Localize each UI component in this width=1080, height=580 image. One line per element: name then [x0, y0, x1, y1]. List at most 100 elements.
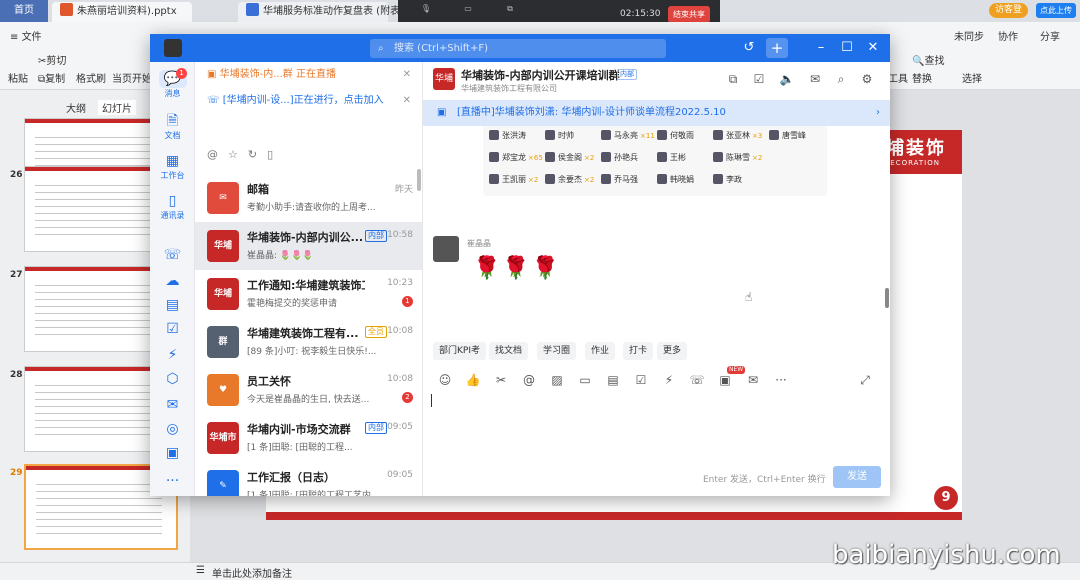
scissors-icon[interactable]: ✂ — [493, 372, 509, 388]
rail-calendar[interactable]: ▤ — [150, 296, 195, 314]
add-button[interactable]: + — [766, 38, 788, 58]
reaction-count: ×11 — [640, 132, 655, 140]
expand-icon[interactable]: ⤢ — [857, 372, 873, 388]
settings-icon[interactable]: ⚙ — [859, 72, 875, 86]
phone-icon[interactable]: ☏ — [689, 372, 705, 388]
emoji-icon[interactable]: ☺ — [437, 372, 453, 388]
replace-button[interactable]: 替换 — [912, 70, 932, 85]
image-icon[interactable]: ▨ — [549, 372, 565, 388]
mail-icon[interactable]: ✉ — [807, 72, 823, 86]
speaker-icon[interactable]: 🔈 — [779, 72, 795, 86]
rail-todo[interactable]: ☑ — [150, 320, 195, 338]
rail-contacts[interactable]: ▯ 通讯录 — [150, 192, 195, 221]
chat-preview: [1 条]田聪: [田聪的工程工艺内... — [247, 491, 380, 496]
more-icon[interactable]: ··· — [773, 372, 789, 388]
rail-cloud[interactable]: ☁ — [150, 272, 195, 290]
rail-messages[interactable]: 💬 消息 1 — [150, 68, 195, 99]
menu-file[interactable]: ≡ 文件 — [10, 28, 42, 43]
minimize-icon[interactable]: – — [812, 39, 830, 57]
cloud-upload-button[interactable]: 点此上传 — [1036, 3, 1076, 18]
end-share-button[interactable]: 结束共享 — [668, 6, 710, 23]
close-icon[interactable]: ✕ — [403, 62, 411, 88]
rail-meeting[interactable]: ◎ — [150, 420, 195, 438]
tab-slides[interactable]: 幻灯片 — [98, 100, 136, 115]
live-banner[interactable]: ▣ [直播中]华埔装饰刘潇: 华埔内训-设计师谈单流程2022.5.10 › — [423, 100, 890, 126]
chat-list-item[interactable]: 华埔市场华埔内训-市场交流群 内部09:05 [1 条]田聪: [田聪的工程... — [195, 414, 422, 462]
tab-pptx-file[interactable]: 朱燕丽培训资料).pptx — [52, 2, 192, 22]
group-avatar[interactable]: 华埔 — [433, 68, 455, 90]
chat-title[interactable]: 华埔装饰-内部内训公开课培训群 — [461, 67, 620, 83]
maximize-icon[interactable]: ☐ — [838, 39, 856, 57]
refresh-icon[interactable]: ↻ — [248, 148, 257, 161]
chat-list-item[interactable]: ✉ 邮箱 昨天 考勤小助手:请查收你的上周考... — [195, 174, 422, 222]
search-icon[interactable]: ⌕ — [833, 72, 849, 87]
copy-button[interactable]: ⧉复制 — [38, 70, 65, 85]
user-avatar[interactable] — [164, 39, 182, 57]
tab-doc-file[interactable]: 华埔服务标准动作复盘表 (附表2) — [238, 2, 410, 22]
rail-ding[interactable]: ⚡ — [150, 346, 195, 364]
chat-list-item[interactable]: 华埔工作通知:华埔建筑装饰工... 10:23 霍艳梅提交的奖惩申请 1 — [195, 270, 422, 318]
unsynced-status[interactable]: 未同步 — [954, 28, 984, 43]
rail-call[interactable]: ☏ — [150, 246, 195, 264]
star-icon[interactable]: ☆ — [228, 148, 238, 161]
window-icon[interactable]: ⧉ — [725, 72, 741, 87]
tab-home[interactable]: 首页 — [0, 0, 48, 22]
chat-list-item[interactable]: ✎ 工作汇报（日志） 09:05 [1 条]田聪: [田聪的工程工艺内... — [195, 462, 422, 496]
bookmark-icon[interactable]: ▯ — [267, 148, 273, 161]
sender-avatar[interactable] — [433, 236, 459, 262]
quick-action-chip[interactable]: 作业 — [585, 342, 616, 360]
close-icon[interactable]: ✕ — [864, 39, 882, 57]
chat-list-item[interactable]: 群华埔建筑装饰工程有... 全员 10:08 [89 条]小叮: 祝李毅生日快乐!..… — [195, 318, 422, 366]
mini-avatar — [601, 130, 611, 140]
find-button[interactable]: 🔍查找 — [912, 52, 944, 67]
quick-action-chip[interactable]: 打卡 — [623, 342, 654, 360]
todo-icon[interactable]: ☑ — [633, 372, 649, 388]
mail-icon[interactable]: ✉ — [745, 372, 761, 388]
lightning-icon[interactable]: ⚡ — [661, 372, 677, 388]
rail-box[interactable]: ▣ — [150, 444, 195, 462]
mention-icon[interactable]: @ — [521, 372, 537, 388]
share-button[interactable]: 分享 — [1040, 28, 1060, 43]
chat-list-item[interactable]: ♥ 员工关怀 10:08 今天是崔晶晶的生日, 快去送... 2 — [195, 366, 422, 414]
notes-icon: ☰ — [196, 565, 205, 576]
list-scrollbar[interactable] — [417, 169, 421, 191]
collab-button[interactable]: 协作 — [998, 28, 1018, 43]
mic-icon[interactable]: 🎙 — [406, 4, 446, 13]
chat-list-item[interactable]: 华埔 华埔装饰-内部内训公... 内部 10:58 崔晶晶: 🌷🌷🌷 — [195, 222, 422, 270]
rail-mail[interactable]: ✉ — [150, 396, 195, 414]
tab-outline[interactable]: 大纲 — [66, 100, 86, 115]
call-notice-row[interactable]: ☏ [华埔内训-设...]正在进行，点击加入 ✕ — [195, 88, 422, 114]
calendar-icon[interactable]: ▤ — [605, 372, 621, 388]
live-icon[interactable]: ▣ NEW — [717, 366, 746, 388]
mention-icon[interactable]: @ — [207, 148, 218, 161]
camera-icon[interactable]: ▭ — [448, 4, 488, 13]
share-screen-icon[interactable]: ⧉ — [490, 4, 530, 14]
check-icon[interactable]: ☑ — [751, 72, 767, 86]
message-input[interactable] — [431, 394, 432, 407]
search-input[interactable]: ⌕ 搜索 (Ctrl+Shift+F) — [370, 39, 666, 58]
quick-action-chip[interactable]: 更多 — [657, 342, 688, 360]
quick-action-chip[interactable]: 部门KPI考 — [433, 342, 486, 360]
thumbs-up-icon[interactable]: 👍 — [465, 372, 481, 388]
rail-workbench[interactable]: ▦ 工作台 — [150, 152, 195, 181]
format-painter-button[interactable]: 格式刷 — [76, 70, 106, 85]
close-icon[interactable]: ✕ — [403, 88, 411, 114]
notes-placeholder[interactable]: 单击此处添加备注 — [212, 565, 292, 580]
rail-apps[interactable]: ⬡ — [150, 370, 195, 388]
visitor-login-button[interactable]: 访客登 — [989, 3, 1029, 18]
folder-icon[interactable]: ▭ — [577, 372, 593, 388]
tool-button[interactable]: 工具 — [888, 70, 908, 85]
quick-action-chip[interactable]: 学习圈 — [537, 342, 577, 360]
send-button[interactable]: 发送 — [833, 466, 881, 488]
quick-action-chip[interactable]: 找文档 — [489, 342, 529, 360]
history-icon[interactable]: ↺ — [740, 39, 758, 57]
rail-docs[interactable]: 🗎 文档 — [150, 112, 195, 141]
play-current-button[interactable]: 当页开始 — [112, 70, 152, 85]
rail-more[interactable]: ··· — [150, 472, 195, 490]
play-current-label: 当页开始 — [112, 74, 152, 85]
live-notice-row[interactable]: ▣ 华埔装饰-内...群 正在直播 ✕ — [195, 62, 422, 88]
chat-scrollbar[interactable] — [885, 288, 889, 308]
cut-button[interactable]: ✂剪切 — [38, 52, 66, 67]
select-button[interactable]: 选择 — [962, 70, 982, 85]
paste-button[interactable]: 粘贴 — [8, 70, 28, 85]
